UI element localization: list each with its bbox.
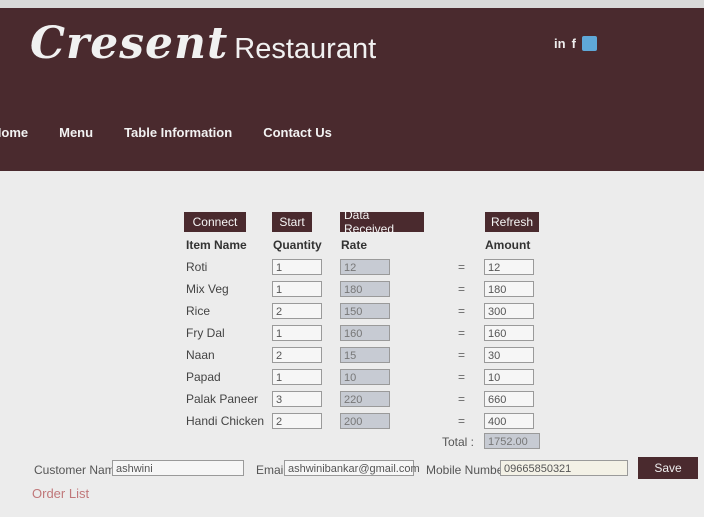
amount-field[interactable]: 660: [484, 391, 534, 407]
mobile-number-label: Mobile Number: [426, 463, 508, 477]
total-label: Total :: [442, 435, 475, 449]
qty-input[interactable]: 1: [272, 369, 322, 385]
nav-home[interactable]: Home: [0, 125, 28, 140]
mobile-number-input[interactable]: 09665850321: [500, 460, 628, 476]
qty-input[interactable]: 2: [272, 347, 322, 363]
qty-input[interactable]: 2: [272, 413, 322, 429]
nav-contact-us[interactable]: Contact Us: [263, 125, 332, 140]
linkedin-icon[interactable]: in: [554, 36, 566, 51]
amount-field[interactable]: 10: [484, 369, 534, 385]
data-received-button[interactable]: Data Received: [340, 208, 424, 236]
amount-field[interactable]: 12: [484, 259, 534, 275]
amount-field[interactable]: 300: [484, 303, 534, 319]
col-amount: Amount: [485, 238, 531, 252]
rate-field: 180: [340, 281, 390, 297]
rate-field: 10: [340, 369, 390, 385]
rate-field: 15: [340, 347, 390, 363]
row-item-label: Palak Paneer: [186, 392, 259, 406]
equals-sign: =: [458, 392, 466, 406]
brand-rest: Restaurant: [234, 33, 377, 65]
row-item-label: Fry Dal: [186, 326, 225, 340]
equals-sign: =: [458, 370, 466, 384]
amount-field[interactable]: 30: [484, 347, 534, 363]
brand-logo[interactable]: Cresent Restaurant: [30, 18, 376, 78]
social-links: in f: [554, 36, 597, 51]
connect-button[interactable]: Connect: [184, 212, 246, 232]
start-button[interactable]: Start: [272, 212, 312, 232]
row-item-label: Papad: [186, 370, 221, 384]
row-item-label: Naan: [186, 348, 215, 362]
qty-input[interactable]: 1: [272, 325, 322, 341]
qty-input[interactable]: 1: [272, 259, 322, 275]
rate-field: 220: [340, 391, 390, 407]
nav-table-information[interactable]: Table Information: [124, 125, 232, 140]
col-rate: Rate: [341, 238, 368, 252]
amount-field[interactable]: 180: [484, 281, 534, 297]
amount-field[interactable]: 400: [484, 413, 534, 429]
equals-sign: =: [458, 326, 466, 340]
rate-field: 12: [340, 259, 390, 275]
rate-field: 200: [340, 413, 390, 429]
nav-menu[interactable]: Menu: [59, 125, 93, 140]
screen: Cresent Restaurant in f Home Menu Table …: [0, 8, 704, 517]
email-input[interactable]: ashwinibankar@gmail.com: [284, 460, 420, 476]
qty-input[interactable]: 1: [272, 281, 322, 297]
total-field: 1752.00: [484, 433, 540, 449]
row-item-label: Roti: [186, 260, 208, 274]
main-nav: Home Menu Table Information Contact Us: [0, 120, 363, 144]
brand-script: Cresent: [30, 18, 229, 69]
col-quantity: Quantity: [273, 238, 322, 252]
order-list-link[interactable]: Order List: [32, 486, 89, 501]
row-item-label: Mix Veg: [186, 282, 229, 296]
equals-sign: =: [458, 304, 466, 318]
equals-sign: =: [458, 348, 466, 362]
save-button[interactable]: Save: [638, 457, 698, 479]
refresh-button[interactable]: Refresh: [485, 212, 539, 232]
site-header: Cresent Restaurant in f Home Menu Table …: [0, 8, 704, 171]
qty-input[interactable]: 2: [272, 303, 322, 319]
qty-input[interactable]: 3: [272, 391, 322, 407]
twitter-icon[interactable]: [581, 36, 597, 51]
customer-name-input[interactable]: ashwini: [112, 460, 244, 476]
customer-name-label: Customer Name: [34, 463, 122, 477]
equals-sign: =: [458, 282, 466, 296]
col-item-name: Item Name: [186, 238, 247, 252]
amount-field[interactable]: 160: [484, 325, 534, 341]
row-item-label: Rice: [186, 304, 211, 318]
row-item-label: Handi Chicken: [186, 414, 265, 428]
equals-sign: =: [458, 414, 466, 428]
equals-sign: =: [458, 260, 466, 274]
rate-field: 160: [340, 325, 390, 341]
facebook-icon[interactable]: f: [572, 36, 576, 51]
email-label: Email: [256, 463, 287, 477]
rate-field: 150: [340, 303, 390, 319]
